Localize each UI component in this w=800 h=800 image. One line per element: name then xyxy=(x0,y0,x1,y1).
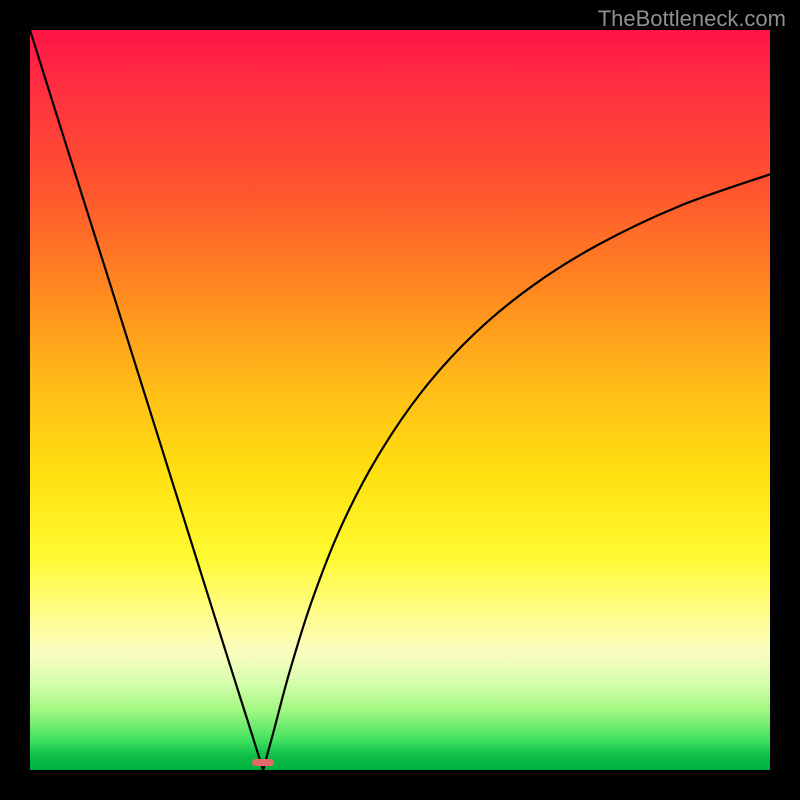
watermark-text: TheBottleneck.com xyxy=(598,6,786,32)
curve-right-branch xyxy=(263,174,770,770)
trough-marker xyxy=(252,759,274,766)
chart-container: TheBottleneck.com xyxy=(0,0,800,800)
plot-area xyxy=(30,30,770,770)
curve-left-branch xyxy=(30,30,263,770)
chart-svg xyxy=(30,30,770,770)
